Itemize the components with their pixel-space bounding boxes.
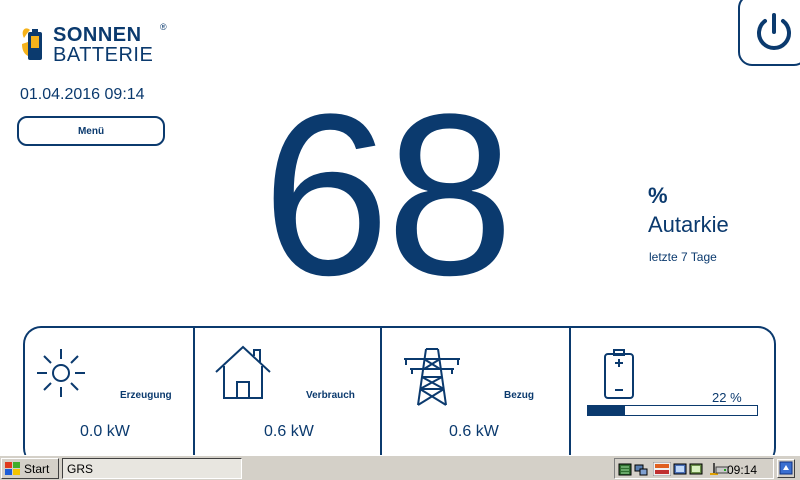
autarky-unit: % [648,183,668,208]
brand-name-line2: BATTERIE [53,44,154,66]
house-icon [215,345,271,399]
show-desktop-button[interactable] [777,459,795,478]
production-label: Erzeugung [120,390,172,401]
production-value: 0.0 kW [80,423,130,440]
system-tray: 09:14 [614,458,774,479]
autarky-period: letzte 7 Tage [649,250,717,264]
taskbar: Start GRS 09:14 [0,455,800,480]
grid-value: 0.6 kW [449,423,499,440]
power-button[interactable] [738,0,800,66]
tile-divider [569,328,571,456]
taskbar-item-grs[interactable]: GRS [62,458,242,479]
network-icon[interactable] [634,462,648,476]
vnc-icon[interactable] [653,462,671,476]
battery-level-bar [587,405,758,416]
battery-leaf-icon [22,28,42,60]
consumption-label: Verbrauch [306,390,355,401]
power-icon [757,13,791,50]
grid-label: Bezug [504,390,534,401]
date-time: 01.04.2016 09:14 [20,86,145,103]
registered-mark: ® [160,22,167,32]
desktop-icon [779,461,793,475]
battery-percent: 22 % [712,390,742,405]
power-pylon-icon [404,348,460,406]
windows-flag-icon [5,461,20,475]
start-button[interactable]: Start [1,458,59,479]
autarky-label: Autarkie [648,212,729,237]
battery-icon [604,349,634,399]
connection-icon[interactable] [673,462,687,476]
battery-level-fill [588,406,626,415]
consumption-value: 0.6 kW [264,423,314,440]
sun-icon [37,349,85,397]
autarky-value: 68 [262,66,514,323]
clock[interactable]: 09:14 [727,463,757,477]
menu-button[interactable]: Menü [17,116,165,146]
keyboard-icon[interactable] [618,462,632,476]
connection-icon[interactable] [689,462,703,476]
tile-divider [380,328,382,456]
start-label: Start [24,461,50,476]
brand-logo: SONNEN BATTERIE ® [20,22,170,68]
tile-divider [193,328,195,456]
